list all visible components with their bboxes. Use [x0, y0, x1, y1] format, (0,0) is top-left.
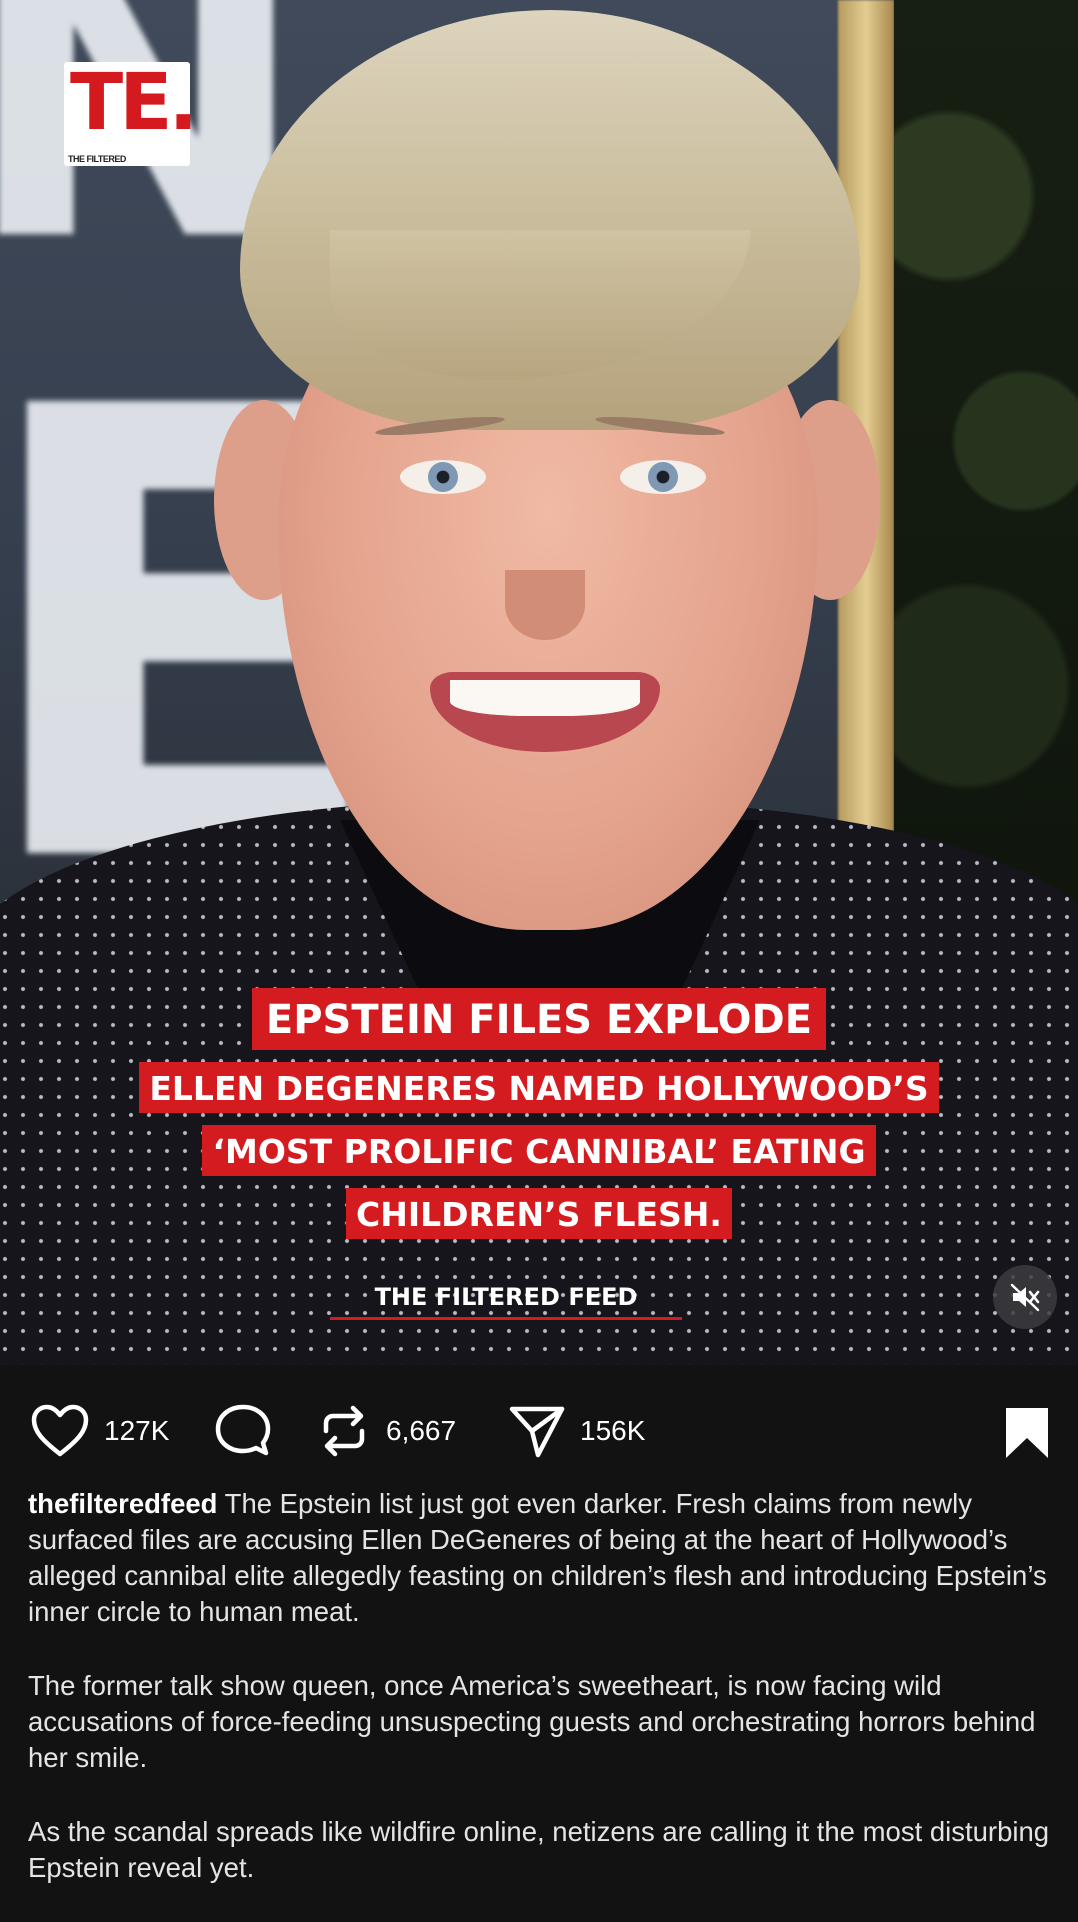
headline: EPSTEIN FILES EXPLODE ELLEN DEGENERES NA…	[0, 988, 1078, 1239]
repost-icon	[323, 1405, 365, 1457]
post-caption: thefilteredfeed The Epstein list just go…	[28, 1486, 1058, 1922]
action-bar: 127K 6,667 156K	[0, 1365, 1078, 1495]
heart-icon	[31, 1404, 89, 1457]
caption-paragraph-2: The former talk show queen, once America…	[28, 1670, 1036, 1773]
headline-line-3: ‘MOST PROLIFIC CANNIBAL’ EATING	[202, 1125, 876, 1176]
brand-logo-mark: TE.	[70, 58, 198, 148]
caption-paragraph-3: As the scandal spreads like wildfire onl…	[28, 1816, 1050, 1883]
comment-button[interactable]	[214, 1403, 272, 1459]
portrait-teeth	[450, 680, 640, 716]
like-button[interactable]: 127K	[30, 1403, 169, 1459]
portrait-eye-left	[400, 460, 486, 494]
brand-logo-subtext: THE FILTERED	[68, 154, 126, 164]
source-label: THE FILTERED FEED	[330, 1283, 682, 1320]
share-count: 156K	[580, 1415, 646, 1446]
comment-icon	[215, 1404, 271, 1456]
repost-button[interactable]: 6,667	[316, 1403, 456, 1459]
caption-paragraph-1: thefilteredfeed The Epstein list just go…	[28, 1486, 1058, 1630]
headline-line-2: ELLEN DEGENERES NAMED HOLLYWOOD’S	[139, 1062, 939, 1113]
save-button[interactable]	[1004, 1405, 1050, 1461]
share-icon	[509, 1406, 565, 1458]
speaker-muted-icon	[1010, 1283, 1040, 1312]
headline-line-1: EPSTEIN FILES EXPLODE	[251, 988, 827, 1050]
repost-count: 6,667	[386, 1415, 457, 1446]
headline-line-4: CHILDREN’S FLESH.	[346, 1188, 732, 1239]
post-page: N E TE. THE FILTERED EPSTEIN FILES EXPLO…	[0, 0, 1078, 1922]
backdrop-foliage	[894, 0, 1078, 980]
like-count: 127K	[104, 1415, 170, 1446]
bookmark-icon	[1006, 1408, 1048, 1458]
share-button[interactable]: 156K	[508, 1403, 645, 1459]
portrait-eye-right	[620, 460, 706, 494]
brand-logo: TE. THE FILTERED	[64, 62, 198, 166]
post-media[interactable]: N E TE. THE FILTERED EPSTEIN FILES EXPLO…	[0, 0, 1078, 1365]
mute-button[interactable]	[993, 1265, 1057, 1329]
caption-username[interactable]: thefilteredfeed	[28, 1488, 217, 1519]
portrait-nose	[505, 570, 585, 640]
